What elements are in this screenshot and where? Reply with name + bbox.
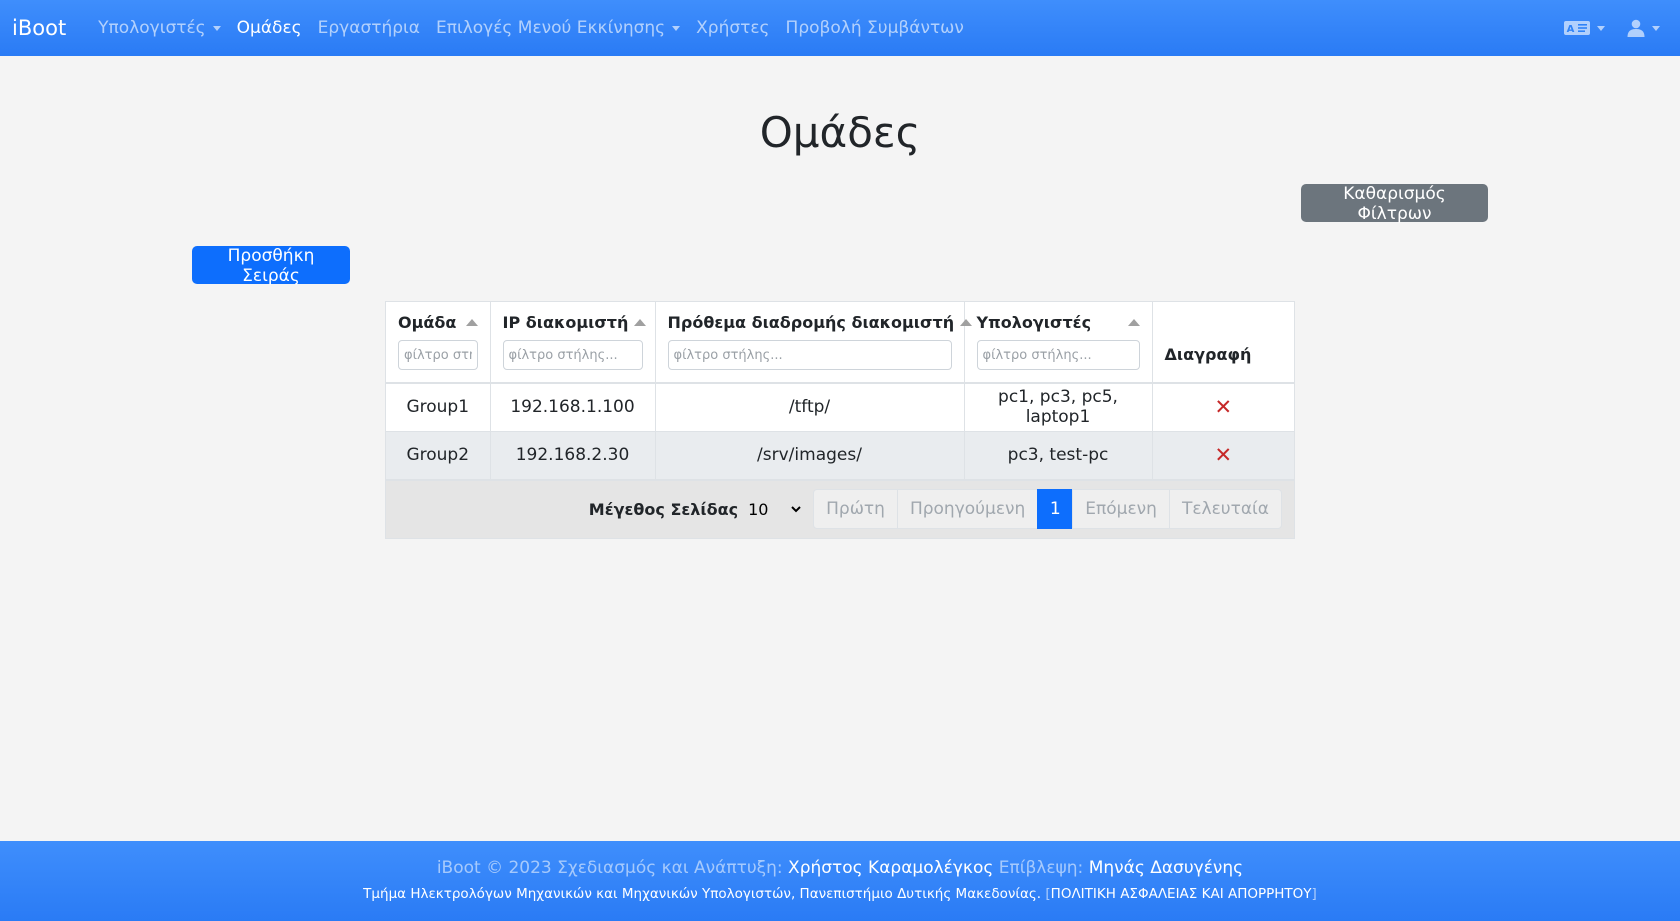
nav-item-events[interactable]: Προβολή Συμβάντων: [778, 18, 972, 38]
filter-path-prefix-input[interactable]: [667, 340, 952, 370]
column-label[interactable]: Ομάδα: [398, 313, 456, 332]
add-row-button[interactable]: Προσθήκη Σειράς: [192, 246, 350, 286]
nav-item-label: Χρήστες: [696, 18, 770, 38]
column-header-group: Ομάδα: [386, 302, 491, 384]
next-page-button[interactable]: Επόμενη: [1072, 489, 1170, 529]
footer-developer-link[interactable]: Χρήστος Καραμολέγκος: [788, 858, 993, 878]
nav-item-label: Ομάδες: [236, 18, 302, 38]
cell-path-prefix[interactable]: /srv/images/: [655, 431, 965, 480]
cell-group[interactable]: Group1: [386, 383, 491, 432]
filter-group-input[interactable]: [398, 340, 478, 370]
nav-right-icons: A: [1564, 19, 1668, 37]
sort-arrow-icon[interactable]: [634, 319, 647, 326]
privacy-policy-link[interactable]: ΠΟΛΙΤΙΚΗ ΑΣΦΑΛΕΙΑΣ ΚΑΙ ΑΠΟΡΡΗΤΟΥ: [1051, 886, 1312, 902]
cell-delete: ✕: [1152, 431, 1294, 480]
pagination-bar: Μέγεθος Σελίδας 10 Πρώτη Προηγούμενη 1 Ε…: [386, 479, 1294, 538]
language-menu-button[interactable]: A: [1564, 20, 1605, 36]
table-row: Group2 192.168.2.30 /srv/images/ pc3, te…: [386, 431, 1294, 480]
column-header-server-ip: IP διακομιστή: [490, 302, 656, 384]
previous-page-button[interactable]: Προηγούμενη: [896, 489, 1039, 529]
table-header-row: Ομάδα IP διακομιστή Πρόθεμα διαδρομής δι…: [386, 302, 1294, 384]
groups-table: Ομάδα IP διακομιστή Πρόθεμα διαδρομής δι…: [385, 301, 1295, 539]
nav-item-groups[interactable]: Ομάδες: [229, 18, 310, 38]
footer-department: Τμήμα Ηλεκτρολόγων Μηχανικών και Μηχανικ…: [0, 886, 1680, 902]
filter-server-ip-input[interactable]: [502, 340, 643, 370]
column-label[interactable]: Πρόθεμα διαδρομής διακομιστή: [668, 313, 955, 332]
column-header-path-prefix: Πρόθεμα διαδρομής διακομιστή: [655, 302, 973, 384]
nav-item-label: Υπολογιστές: [98, 18, 206, 38]
column-label: Διαγραφή: [1164, 345, 1252, 364]
page-size-label: Μέγεθος Σελίδας: [588, 499, 739, 519]
svg-text:A: A: [1567, 24, 1575, 35]
footer-supervision-label: Επίβλεψη:: [998, 858, 1084, 878]
cell-delete: ✕: [1152, 383, 1294, 432]
sort-arrow-icon[interactable]: [1127, 319, 1140, 326]
page-size-select[interactable]: 10: [744, 493, 805, 525]
clear-filters-button[interactable]: Καθαρισμός Φίλτρων: [1301, 184, 1488, 224]
table-row: Group1 192.168.1.100 /tftp/ pc1, pc3, pc…: [386, 383, 1294, 432]
current-page-button[interactable]: 1: [1037, 489, 1074, 529]
first-page-button[interactable]: Πρώτη: [813, 489, 898, 529]
caret-down-icon: [212, 25, 221, 31]
user-menu-button[interactable]: [1627, 19, 1660, 37]
nav-item-labs[interactable]: Εργαστήρια: [310, 18, 428, 38]
caret-down-icon: [1652, 25, 1660, 31]
page-title: Ομάδες: [759, 108, 921, 157]
footer-department-text: Τμήμα Ηλεκτρολόγων Μηχανικών και Μηχανικ…: [363, 886, 1042, 902]
column-label[interactable]: Υπολογιστές: [977, 313, 1092, 332]
cell-server-ip[interactable]: 192.168.2.30: [490, 431, 656, 480]
column-header-delete: Διαγραφή: [1152, 302, 1294, 384]
brand-logo[interactable]: iBoot: [12, 16, 66, 40]
footer-copyright: iBoot © 2023 Σχεδιασμός και Ανάπτυξη:: [436, 858, 783, 878]
nav-menu: Υπολογιστές Ομάδες Εργαστήρια Επιλογές Μ…: [90, 18, 972, 38]
cell-server-ip[interactable]: 192.168.1.100: [490, 383, 656, 432]
delete-icon[interactable]: ✕: [1214, 443, 1232, 467]
nav-item-users[interactable]: Χρήστες: [688, 18, 777, 38]
nav-item-label: Επιλογές Μενού Εκκίνησης: [435, 18, 666, 38]
footer-supervisor-link[interactable]: Μηνάς Δασυγένης: [1089, 858, 1243, 878]
top-navbar: iBoot Υπολογιστές Ομάδες Εργαστήρια Επιλ…: [0, 0, 1680, 56]
nav-item-boot-menu-options[interactable]: Επιλογές Μενού Εκκίνησης: [428, 18, 688, 38]
footer-credits: iBoot © 2023 Σχεδιασμός και Ανάπτυξη: Χρ…: [0, 858, 1680, 878]
nav-item-label: Εργαστήρια: [317, 18, 420, 38]
user-icon: [1627, 19, 1645, 37]
column-header-computers: Υπολογιστές: [964, 302, 1153, 384]
cell-computers[interactable]: pc1, pc3, pc5, laptop1: [964, 383, 1153, 432]
cell-path-prefix[interactable]: /tftp/: [655, 383, 965, 432]
cell-computers[interactable]: pc3, test-pc: [964, 431, 1153, 480]
sort-arrow-icon[interactable]: [465, 319, 478, 326]
caret-down-icon: [1597, 25, 1605, 31]
language-icon: A: [1564, 21, 1590, 35]
last-page-button[interactable]: Τελευταία: [1168, 489, 1282, 529]
nav-item-computers[interactable]: Υπολογιστές: [90, 18, 228, 38]
footer-bracket-close: ]: [1311, 886, 1317, 902]
delete-icon[interactable]: ✕: [1214, 395, 1232, 419]
caret-down-icon: [672, 25, 681, 31]
nav-item-label: Προβολή Συμβάντων: [785, 18, 964, 38]
footer: iBoot © 2023 Σχεδιασμός και Ανάπτυξη: Χρ…: [0, 841, 1680, 921]
column-label[interactable]: IP διακομιστή: [503, 313, 629, 332]
cell-group[interactable]: Group2: [386, 431, 491, 480]
filter-computers-input[interactable]: [976, 340, 1140, 370]
